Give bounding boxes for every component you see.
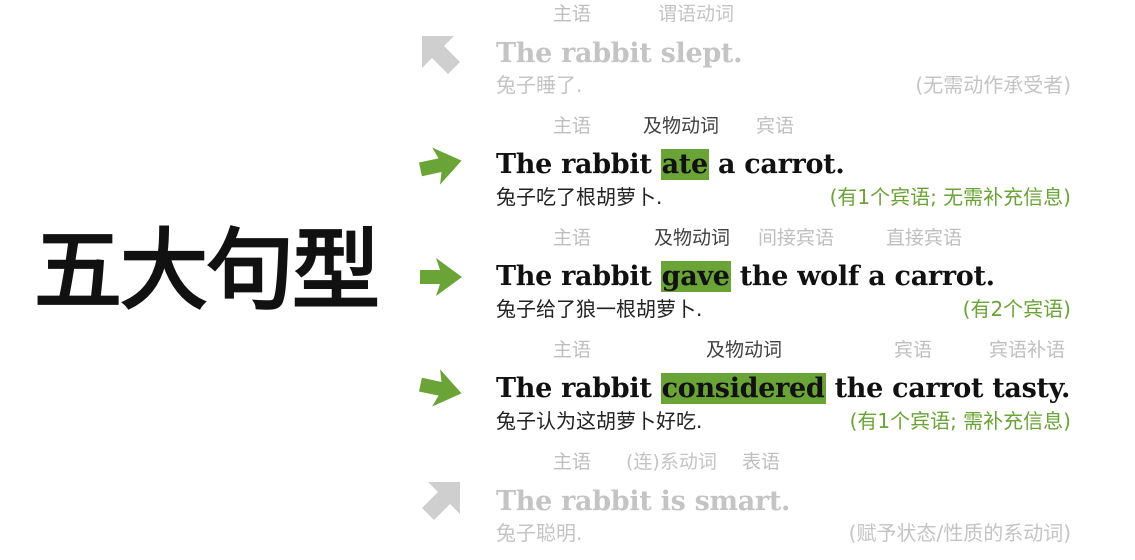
chinese-translation: 兔子聪明. xyxy=(496,521,583,545)
chinese-translation: 兔子睡了. xyxy=(496,73,583,97)
chinese-translation: 兔子吃了根胡萝卜. xyxy=(496,185,663,209)
highlighted-verb: considered xyxy=(660,373,826,404)
pattern-note: (无需动作承受者) xyxy=(915,73,1071,97)
sentence-subject-text: The rabbit xyxy=(496,373,661,404)
example-sentence: The rabbit ate a carrot. xyxy=(496,147,845,183)
role-label-indirect-object: 间接宾语 xyxy=(758,227,835,249)
role-label-subject: 主语 xyxy=(553,451,592,473)
sentence-text: The rabbit is smart. xyxy=(496,486,791,517)
role-label-direct-object: 直接宾语 xyxy=(886,227,963,249)
pattern-note: (有1个宾语; 需补充信息) xyxy=(849,409,1071,433)
role-label-subject: 主语 xyxy=(553,227,592,249)
role-label-object: 宾语 xyxy=(894,339,933,361)
example-sentence: The rabbit considered the carrot tasty. xyxy=(496,371,1070,407)
example-sentence: The rabbit is smart. xyxy=(496,484,790,520)
role-label-object-complement: 宾语补语 xyxy=(989,339,1066,361)
chinese-translation: 兔子认为这胡萝卜好吃. xyxy=(496,409,703,433)
sentence-rest-text: the carrot tasty. xyxy=(825,373,1071,404)
sentence-subject-text: The rabbit xyxy=(496,149,661,180)
arrow-up-left-icon xyxy=(422,36,460,74)
example-sentence: The rabbit gave the wolf a carrot. xyxy=(496,259,995,295)
example-sentence: The rabbit slept. xyxy=(496,36,743,72)
arrow-down-left-icon xyxy=(422,482,460,520)
pattern-note: (有1个宾语; 无需补充信息) xyxy=(829,185,1071,209)
sentence-pattern-row-monotransitive: 主语 及物动词 宾语 The rabbit ate a carrot. 兔子吃了… xyxy=(0,112,1135,224)
role-label-verb: (连)系动词 xyxy=(626,451,717,473)
sentence-subject-text: The rabbit xyxy=(496,261,661,292)
arrow-right-icon xyxy=(419,369,462,407)
pattern-note: (赋予状态/性质的系动词) xyxy=(848,521,1071,545)
role-label-subject: 主语 xyxy=(553,115,592,137)
role-label-subject: 主语 xyxy=(553,339,592,361)
role-label-verb: 及物动词 xyxy=(654,227,731,249)
highlighted-verb: gave xyxy=(660,261,731,292)
sentence-text: The rabbit slept. xyxy=(496,38,743,69)
role-label-verb: 及物动词 xyxy=(643,115,720,137)
chinese-translation: 兔子给了狼一根胡萝卜. xyxy=(496,297,703,321)
sentence-pattern-row-intransitive: 主语 谓语动词 The rabbit slept. 兔子睡了. (无需动作承受者… xyxy=(0,0,1135,112)
sentence-pattern-row-linking: 主语 (连)系动词 表语 The rabbit is smart. 兔子聪明. … xyxy=(0,448,1135,560)
sentence-pattern-row-complex-transitive: 主语 及物动词 宾语 宾语补语 The rabbit considered th… xyxy=(0,336,1135,448)
highlighted-verb: ate xyxy=(660,149,709,180)
sentence-rest-text: the wolf a carrot. xyxy=(730,261,995,292)
role-label-object: 宾语 xyxy=(756,115,795,137)
role-label-verb: 谓语动词 xyxy=(658,3,735,25)
role-label-subject: 主语 xyxy=(553,3,592,25)
role-label-predicative: 表语 xyxy=(742,451,781,473)
sentence-pattern-row-ditransitive: 主语 及物动词 间接宾语 直接宾语 The rabbit gave the wo… xyxy=(0,224,1135,336)
pattern-note: (有2个宾语) xyxy=(962,297,1071,321)
arrow-right-icon xyxy=(419,147,462,185)
arrow-right-icon xyxy=(420,258,462,296)
role-label-verb: 及物动词 xyxy=(706,339,783,361)
sentence-rest-text: a carrot. xyxy=(708,149,845,180)
